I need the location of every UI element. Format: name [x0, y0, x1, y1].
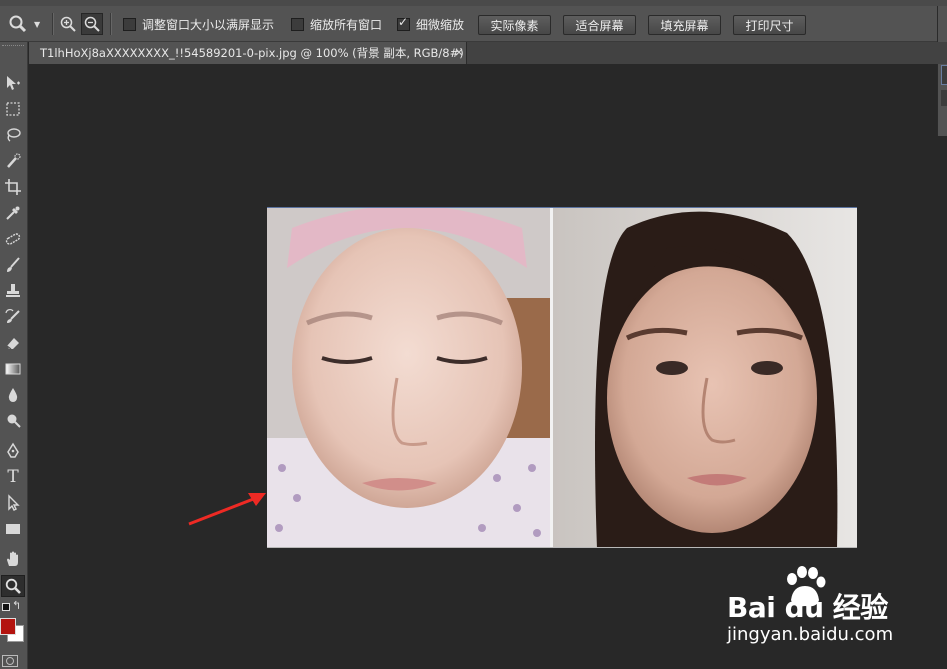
watermark-url: jingyan.baidu.com [727, 624, 894, 645]
print-size-button[interactable]: 打印尺寸 [733, 15, 806, 35]
zoom-in-button[interactable] [59, 6, 77, 42]
marquee-icon [6, 102, 20, 116]
eyedropper-icon [6, 206, 20, 220]
hand-icon [7, 551, 18, 566]
tab-close-icon[interactable]: × [454, 45, 464, 59]
zoom-icon [9, 15, 27, 33]
history-brush-icon [5, 309, 20, 323]
zoom-all-windows-box[interactable] [291, 17, 304, 31]
zoom-tool[interactable] [1, 575, 25, 597]
crop-icon [5, 179, 21, 195]
drop-icon [8, 388, 18, 402]
document-canvas-image[interactable] [267, 207, 857, 548]
zoom-tool-preset-picker[interactable]: ▼ [8, 6, 40, 42]
zoom-all-windows-label: 缩放所有窗口 [310, 17, 383, 32]
crop-tool[interactable] [1, 176, 25, 198]
brush-icon [7, 257, 20, 272]
rectangle-tool[interactable] [1, 518, 25, 540]
eyedropper-tool[interactable] [1, 202, 25, 224]
brush-tool[interactable] [1, 254, 25, 276]
document-tab-title: T1lhHoXj8aXXXXXXXX_!!54589201-0-pix.jpg … [40, 46, 467, 60]
marquee-tool[interactable] [1, 98, 25, 120]
gradient-tool[interactable] [1, 358, 25, 380]
chevron-down-icon: ▼ [34, 19, 41, 29]
baidu-jingyan-watermark: Bai du 经验 jingyan.baidu.com [727, 566, 907, 648]
quick-selection-icon [7, 153, 21, 168]
dodge-icon [7, 414, 21, 428]
fill-screen-button[interactable]: 填充屏幕 [648, 15, 721, 35]
resize-windows-label: 调整窗口大小以满屏显示 [142, 17, 275, 32]
arrow-pointer-icon [8, 494, 20, 511]
bandage-icon [5, 233, 21, 245]
swap-colors-icon[interactable]: ↰ [12, 599, 21, 612]
zoom-tool-icon [5, 578, 21, 594]
zoom-in-icon [60, 16, 76, 32]
watermark-brand: Bai du 经验 [727, 591, 888, 624]
type-tool[interactable]: T [1, 466, 25, 488]
scrubby-zoom-label: 细微缩放 [416, 17, 465, 32]
toolbar-grip[interactable] [2, 45, 24, 49]
pen-icon [7, 442, 19, 458]
fit-screen-button[interactable]: 适合屏幕 [563, 15, 636, 35]
options-bar: ▼ 调整窗口大小以满屏显示 缩放所有窗口 细微缩放 实际像素 适合屏幕 填 [0, 6, 947, 42]
eraser-tool[interactable] [1, 332, 25, 354]
stamp-icon [6, 284, 20, 297]
rectangle-icon [6, 524, 20, 534]
type-icon: T [7, 467, 19, 487]
lasso-icon [7, 128, 21, 142]
quick-mask-icon[interactable] [2, 655, 18, 667]
foreground-color-swatch[interactable] [0, 618, 16, 635]
resize-windows-box[interactable] [123, 17, 136, 31]
eraser-icon [6, 338, 19, 350]
face-comparison-photo [267, 208, 857, 548]
move-icon [7, 76, 20, 90]
red-arrow-annotation [188, 493, 266, 526]
dodge-tool[interactable] [1, 410, 25, 432]
pen-tool[interactable] [1, 440, 25, 462]
actual-pixels-button[interactable]: 实际像素 [478, 15, 551, 35]
tools-panel: T ↰ [0, 42, 28, 669]
separator [110, 13, 112, 35]
gradient-icon [5, 363, 21, 375]
document-tab[interactable]: T1lhHoXj8aXXXXXXXX_!!54589201-0-pix.jpg … [29, 42, 467, 64]
blur-tool[interactable] [1, 384, 25, 406]
path-selection-tool[interactable] [1, 492, 25, 514]
zoom-out-icon [84, 16, 100, 32]
zoom-all-windows-checkbox[interactable]: 缩放所有窗口 [291, 6, 382, 42]
resize-windows-checkbox[interactable]: 调整窗口大小以满屏显示 [123, 6, 274, 42]
scrubby-zoom-box[interactable] [397, 15, 410, 31]
move-tool[interactable] [1, 72, 25, 94]
scrubby-zoom-checkbox[interactable]: 细微缩放 [397, 6, 464, 42]
separator [52, 13, 54, 35]
document-tab-bar: T1lhHoXj8aXXXXXXXX_!!54589201-0-pix.jpg … [29, 42, 947, 64]
default-colors-icon[interactable] [2, 603, 10, 611]
right-panel-edge[interactable] [937, 6, 947, 136]
zoom-out-button[interactable] [81, 6, 103, 42]
hand-tool[interactable] [1, 548, 25, 570]
history-brush-tool[interactable] [1, 306, 25, 328]
clone-stamp-tool[interactable] [1, 280, 25, 302]
healing-brush-tool[interactable] [1, 228, 25, 250]
quick-selection-tool[interactable] [1, 150, 25, 172]
lasso-tool[interactable] [1, 124, 25, 146]
